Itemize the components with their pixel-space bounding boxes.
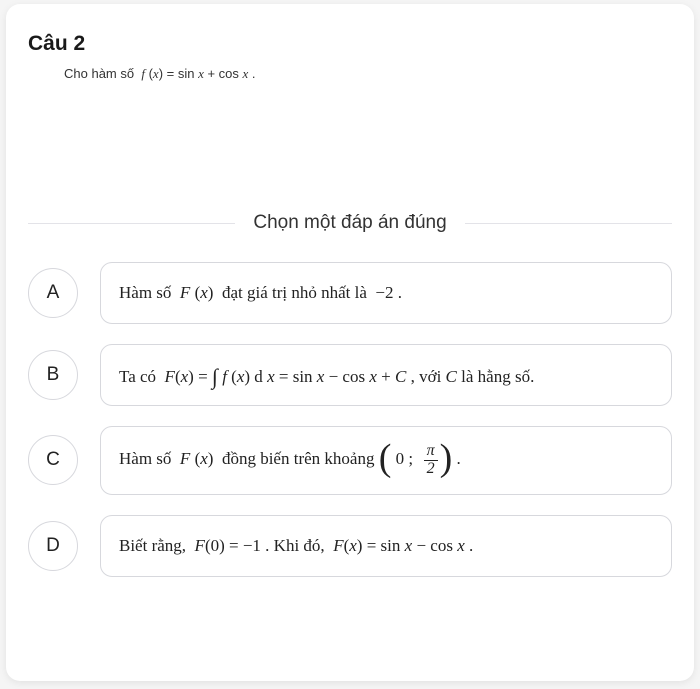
frac-num: π (424, 443, 438, 461)
opt-c-post: đồng biến trên khoảng (213, 449, 374, 468)
option-answer-b: Ta có F(x) = ∫ f (x) d x = sin x − cos x… (100, 344, 672, 406)
divider-left (28, 223, 235, 224)
fraction: π2 (424, 443, 438, 478)
opt-a-post: đạt giá trị nhỏ nhất là −2 . (213, 283, 402, 302)
option-answer-a: Hàm số F (x) đạt giá trị nhỏ nhất là −2 … (100, 262, 672, 324)
opt-c-pre: Hàm số (119, 449, 180, 468)
question-text: Cho hàm số f (x) = sin x + cos x . (28, 66, 672, 82)
prompt-text: Chọn một đáp án đúng (235, 212, 464, 234)
question-number: Câu 2 (28, 32, 672, 56)
option-d[interactable]: D Biết rằng, F(0) = −1 . Khi đó, F(x) = … (28, 515, 672, 577)
question-card: Câu 2 Cho hàm số f (x) = sin x + cos x .… (6, 4, 694, 681)
option-a[interactable]: A Hàm số F (x) đạt giá trị nhỏ nhất là −… (28, 262, 672, 324)
option-answer-c: Hàm số F (x) đồng biến trên khoảng ( 0 ;… (100, 426, 672, 495)
option-letter-c: C (28, 435, 78, 485)
question-stem: Cho hàm số f (x) = sin x + cos x . (64, 66, 256, 81)
option-c[interactable]: C Hàm số F (x) đồng biến trên khoảng ( 0… (28, 426, 672, 495)
opt-a-pre: Hàm số (119, 283, 180, 302)
option-letter-a: A (28, 268, 78, 318)
option-b[interactable]: B Ta có F(x) = ∫ f (x) d x = sin x − cos… (28, 344, 672, 406)
option-letter-d: D (28, 521, 78, 571)
option-answer-d: Biết rằng, F(0) = −1 . Khi đó, F(x) = si… (100, 515, 672, 577)
interval-a: 0 (396, 449, 405, 468)
option-letter-b: B (28, 350, 78, 400)
prompt-row: Chọn một đáp án đúng (28, 212, 672, 234)
divider-right (465, 223, 672, 224)
frac-den: 2 (424, 461, 438, 478)
